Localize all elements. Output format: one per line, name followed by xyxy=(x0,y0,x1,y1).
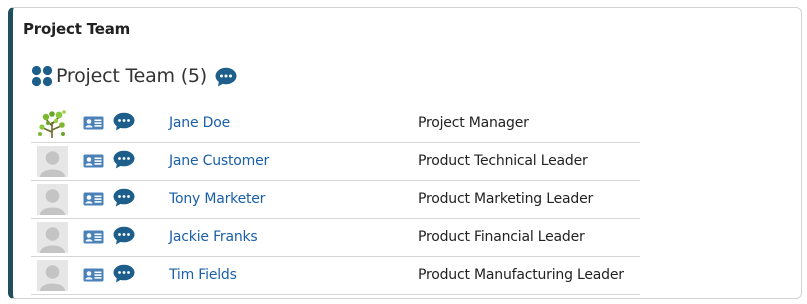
member-name-link[interactable]: Tony Marketer xyxy=(169,191,265,207)
chat-bubble-icon[interactable] xyxy=(215,67,237,87)
member-role: Product Marketing Leader xyxy=(418,191,594,207)
team-member-row: Jackie Franks Product Financial Leader xyxy=(31,219,640,257)
team-member-row: Tony Marketer Product Marketing Leader xyxy=(31,181,640,219)
member-role: Product Technical Leader xyxy=(418,153,588,169)
chat-bubble-icon[interactable] xyxy=(113,112,135,131)
team-member-row: Jane Doe Project Manager xyxy=(31,105,640,143)
default-person-avatar-icon[interactable] xyxy=(37,184,68,215)
contact-card-icon[interactable] xyxy=(83,230,104,244)
member-role: Product Financial Leader xyxy=(418,229,585,245)
member-name-link[interactable]: Jackie Franks xyxy=(169,229,258,245)
chat-bubble-icon[interactable] xyxy=(113,264,135,283)
member-name-link[interactable]: Jane Customer xyxy=(169,153,269,169)
team-member-row: Tim Fields Product Manufacturing Leader xyxy=(31,257,640,295)
team-member-list: Jane Doe Project Manager Jane Customer P… xyxy=(31,105,640,295)
default-person-avatar-icon[interactable] xyxy=(37,260,68,291)
member-role: Product Manufacturing Leader xyxy=(418,267,624,283)
project-team-panel: Project Team Project Team (5) Jane Doe P… xyxy=(8,7,802,299)
contact-card-icon[interactable] xyxy=(83,116,104,130)
member-name-link[interactable]: Tim Fields xyxy=(169,267,237,283)
member-name-link[interactable]: Jane Doe xyxy=(169,115,230,131)
member-role: Project Manager xyxy=(418,115,529,131)
panel-title: Project Team xyxy=(23,20,131,38)
chat-bubble-icon[interactable] xyxy=(113,188,135,207)
chat-bubble-icon[interactable] xyxy=(113,150,135,169)
contact-card-icon[interactable] xyxy=(83,192,104,206)
contact-card-icon[interactable] xyxy=(83,154,104,168)
tree-avatar-icon[interactable] xyxy=(37,108,68,139)
section-title: Project Team (5) xyxy=(56,65,208,87)
team-member-row: Jane Customer Product Technical Leader xyxy=(31,143,640,181)
default-person-avatar-icon[interactable] xyxy=(37,146,68,177)
section-header: Project Team (5) xyxy=(31,65,237,87)
contact-card-icon[interactable] xyxy=(83,268,104,282)
default-person-avatar-icon[interactable] xyxy=(37,222,68,253)
chat-bubble-icon[interactable] xyxy=(113,226,135,245)
team-group-icon xyxy=(31,65,53,87)
